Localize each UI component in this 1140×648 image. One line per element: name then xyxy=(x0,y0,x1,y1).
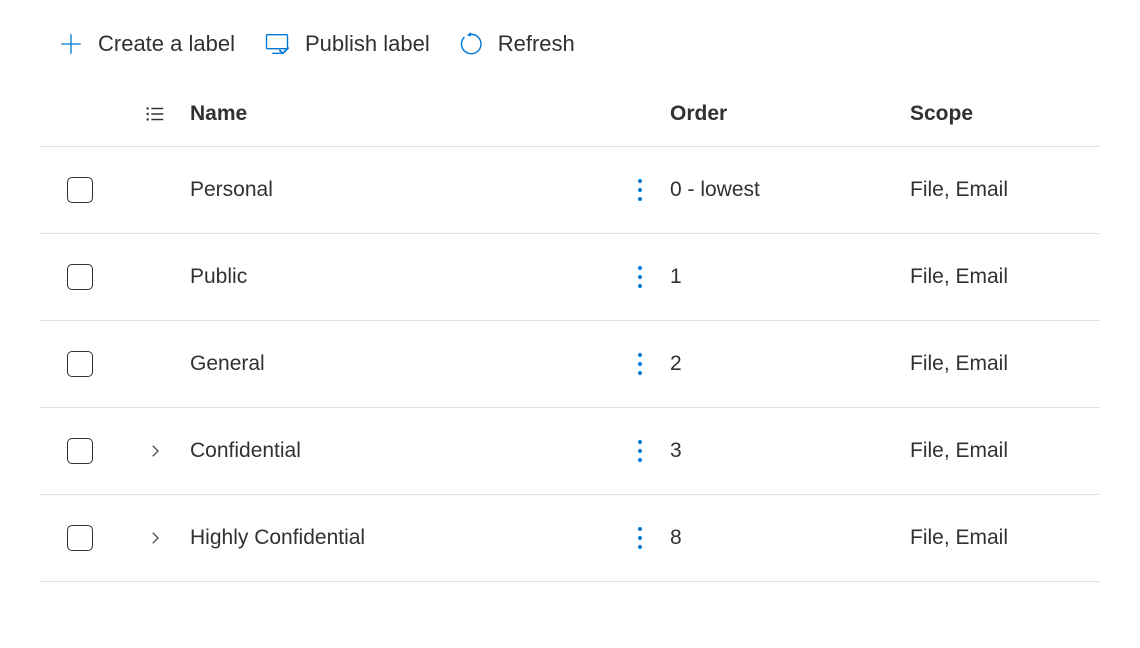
labels-table: Name Order Scope Personal0 - lowestFile,… xyxy=(0,88,1140,582)
row-order: 1 xyxy=(670,265,910,289)
more-actions-icon[interactable] xyxy=(634,523,646,553)
more-actions-icon[interactable] xyxy=(634,262,646,292)
row-name: General xyxy=(190,352,610,376)
header-name[interactable]: Name xyxy=(190,102,610,126)
table-body: Personal0 - lowestFile, EmailPublic1File… xyxy=(40,147,1100,582)
table-header: Name Order Scope xyxy=(40,88,1100,147)
refresh-button[interactable]: Refresh xyxy=(458,31,575,57)
row-checkbox[interactable] xyxy=(67,177,93,203)
row-name: Public xyxy=(190,265,610,289)
row-order: 8 xyxy=(670,526,910,550)
row-checkbox[interactable] xyxy=(67,264,93,290)
toolbar: Create a label Publish label Refresh xyxy=(0,0,1140,88)
row-order: 3 xyxy=(670,439,910,463)
table-row[interactable]: Personal0 - lowestFile, Email xyxy=(40,147,1100,234)
chevron-right-icon[interactable] xyxy=(146,442,164,460)
row-checkbox[interactable] xyxy=(67,438,93,464)
row-order: 0 - lowest xyxy=(670,178,910,202)
header-order[interactable]: Order xyxy=(670,102,910,126)
row-name: Highly Confidential xyxy=(190,526,610,550)
row-checkbox[interactable] xyxy=(67,351,93,377)
row-name: Personal xyxy=(190,178,610,202)
row-name: Confidential xyxy=(190,439,610,463)
table-row[interactable]: Highly Confidential8File, Email xyxy=(40,495,1100,582)
row-scope: File, Email xyxy=(910,526,1130,550)
header-scope[interactable]: Scope xyxy=(910,102,1130,126)
create-label-button[interactable]: Create a label xyxy=(58,31,235,57)
table-row[interactable]: Confidential3File, Email xyxy=(40,408,1100,495)
refresh-text: Refresh xyxy=(498,31,575,57)
more-actions-icon[interactable] xyxy=(634,436,646,466)
table-row[interactable]: Public1File, Email xyxy=(40,234,1100,321)
list-view-icon[interactable] xyxy=(120,103,190,125)
publish-label-text: Publish label xyxy=(305,31,430,57)
row-checkbox[interactable] xyxy=(67,525,93,551)
more-actions-icon[interactable] xyxy=(634,175,646,205)
row-scope: File, Email xyxy=(910,439,1130,463)
table-row[interactable]: General2File, Email xyxy=(40,321,1100,408)
row-scope: File, Email xyxy=(910,265,1130,289)
row-order: 2 xyxy=(670,352,910,376)
more-actions-icon[interactable] xyxy=(634,349,646,379)
row-scope: File, Email xyxy=(910,178,1130,202)
create-label-text: Create a label xyxy=(98,31,235,57)
row-scope: File, Email xyxy=(910,352,1130,376)
publish-label-button[interactable]: Publish label xyxy=(263,30,430,58)
chevron-right-icon[interactable] xyxy=(146,529,164,547)
plus-icon xyxy=(58,31,84,57)
monitor-check-icon xyxy=(263,30,291,58)
refresh-icon xyxy=(458,31,484,57)
